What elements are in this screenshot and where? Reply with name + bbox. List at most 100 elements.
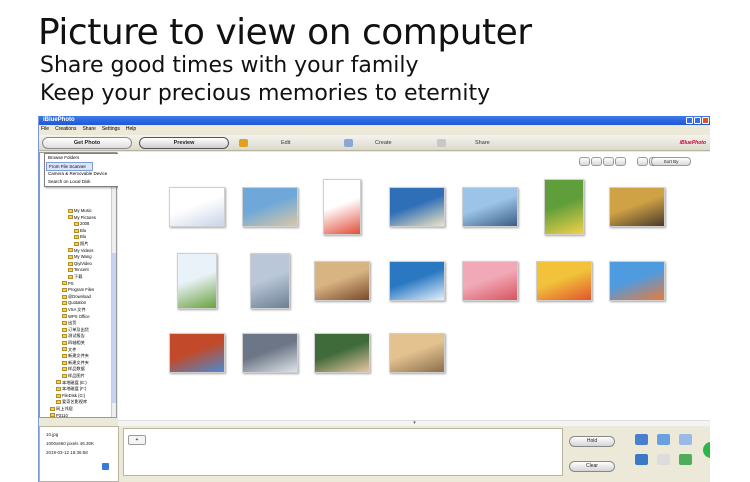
- export-icon[interactable]: [657, 434, 670, 445]
- menu-settings[interactable]: Settings: [102, 125, 120, 134]
- tree-folder-item[interactable]: Blu: [74, 234, 86, 240]
- file-info-icon[interactable]: [102, 463, 109, 470]
- folder-icon: [62, 301, 67, 306]
- tree-folder-item[interactable]: 2008: [74, 221, 89, 227]
- photo-thumbnail-child-in-garden[interactable]: [544, 179, 584, 235]
- photo-thumbnail-little-girl[interactable]: [314, 333, 370, 373]
- photo-thumbnail-city-skyscrapers[interactable]: [250, 253, 290, 309]
- photo-thumbnail-child-flower-hat[interactable]: [609, 187, 665, 227]
- tree-folder-item[interactable]: 照片: [74, 241, 88, 247]
- tree-folder-item[interactable]: My Videos: [68, 248, 93, 254]
- grid-collapse-handle[interactable]: ▾: [118, 420, 710, 426]
- tree-folder-item[interactable]: 出货: [62, 320, 76, 326]
- brand-logo: iBluePhoto: [679, 140, 706, 146]
- email-icon[interactable]: [657, 454, 670, 465]
- menu-help[interactable]: Help: [126, 125, 136, 134]
- go-icon[interactable]: [703, 442, 710, 458]
- view-grid-icon[interactable]: [591, 157, 602, 166]
- create-button[interactable]: Create: [375, 137, 392, 149]
- tree-folder-item[interactable]: Tencent: [68, 267, 89, 273]
- view-detail-icon[interactable]: [615, 157, 626, 166]
- photo-thumbnail-seaside-boat[interactable]: [242, 187, 298, 227]
- clear-button[interactable]: Clear: [569, 461, 615, 472]
- menu-share[interactable]: Share: [82, 125, 95, 134]
- tree-folder-item[interactable]: 网上邻居: [50, 406, 73, 412]
- folder-icon: [62, 314, 67, 319]
- tray-add-icon[interactable]: +: [128, 435, 146, 445]
- edit-button[interactable]: Edit: [281, 137, 290, 149]
- maximize-icon[interactable]: [694, 117, 701, 124]
- tree-folder-item[interactable]: My Pictures: [68, 215, 96, 221]
- folder-icon: [62, 354, 67, 359]
- send-icon[interactable]: [679, 454, 692, 465]
- menu-file[interactable]: File: [41, 125, 49, 134]
- photo-thumbnail-clouds-sea[interactable]: [389, 261, 445, 301]
- tree-folder-item[interactable]: My Music: [68, 208, 92, 214]
- edit-photo-icon[interactable]: [635, 454, 648, 465]
- photo-thumbnail-girl-santa-hat[interactable]: [323, 179, 361, 235]
- menu-browse-folders[interactable]: Browse Folders: [48, 154, 79, 161]
- slideshow-icon[interactable]: [637, 157, 648, 166]
- photo-thumbnail-fruit-plate[interactable]: [536, 261, 592, 301]
- photo-thumbnail-kids-pool[interactable]: [609, 261, 665, 301]
- tree-folder-label: 样品图片: [68, 373, 85, 378]
- folder-icon: [62, 360, 67, 365]
- view-list-icon[interactable]: [579, 157, 590, 166]
- tree-folder-item[interactable]: 文件: [62, 347, 76, 353]
- tree-folder-item[interactable]: @Download: [62, 294, 91, 300]
- photo-thumbnail-peaches[interactable]: [462, 261, 518, 301]
- tree-folder-item[interactable]: 四轴相关: [62, 340, 85, 346]
- tree-folder-item[interactable]: Program Files: [62, 287, 94, 293]
- tree-folder-item[interactable]: 新建文件夹: [62, 360, 89, 366]
- menu-search-local-disk[interactable]: Search on Local Disk: [48, 178, 91, 185]
- tools-icon[interactable]: [679, 434, 692, 445]
- photo-thumbnail-island-sea[interactable]: [389, 187, 445, 227]
- folder-icon: [74, 228, 79, 233]
- tree-folder-item[interactable]: VSA 文件: [62, 307, 86, 313]
- photo-thumbnail-waves-rocks[interactable]: [242, 333, 298, 373]
- hold-button[interactable]: Hold: [569, 436, 615, 447]
- tree-folder-item[interactable]: FileDisk (G:): [56, 393, 85, 399]
- tree-folder-item[interactable]: 测试报告: [62, 333, 85, 339]
- edit-icon: [239, 139, 248, 147]
- minimize-icon[interactable]: [686, 117, 693, 124]
- get-photo-button[interactable]: Get Photo: [42, 137, 132, 149]
- tree-folder-item[interactable]: QiyiVideo: [68, 261, 92, 267]
- folder-icon: [62, 307, 67, 312]
- tree-folder-item[interactable]: PS: [62, 281, 74, 287]
- photo-thumbnail-teddy-bears[interactable]: [314, 261, 370, 301]
- photo-thumbnail-tree-on-field[interactable]: [177, 253, 217, 309]
- tree-folder-item[interactable]: Quotation: [62, 300, 86, 306]
- tree-folder-item[interactable]: 爱奇艺影视库: [56, 399, 87, 405]
- tree-scrollbar[interactable]: [111, 153, 116, 417]
- menu-camera-device[interactable]: Camera & Removable Device: [48, 170, 107, 177]
- tree-scroll-thumb[interactable]: [112, 253, 116, 403]
- tree-folder-item[interactable]: 订单及出货: [62, 327, 89, 333]
- photo-thumbnail-red-tree-sky[interactable]: [169, 333, 225, 373]
- file-dimensions: 1000x660 pixels 46.30K: [46, 441, 95, 446]
- tree-folder-item[interactable]: 本地磁盘 (F:): [56, 386, 86, 392]
- photo-thumbnail-beach-umbrellas[interactable]: [462, 187, 518, 227]
- share-button[interactable]: Share: [475, 137, 490, 149]
- sort-by-button[interactable]: Sort By: [651, 157, 691, 166]
- tree-folder-item[interactable]: 本地磁盘 (E:): [56, 380, 87, 386]
- folder-icon: [62, 373, 67, 378]
- tree-folder-item[interactable]: My Wang: [68, 254, 92, 260]
- preview-button[interactable]: Preview: [139, 137, 229, 149]
- print-icon[interactable]: [635, 434, 648, 445]
- tree-folder-item[interactable]: 下载: [68, 274, 82, 280]
- tree-folder-item[interactable]: P3110: [50, 413, 68, 417]
- photo-thumbnail-colorful-dice[interactable]: [169, 187, 225, 227]
- tree-folder-item[interactable]: 样品数据: [62, 366, 85, 372]
- tree-folder-label: VSA 文件: [68, 307, 86, 312]
- close-icon[interactable]: [702, 117, 709, 124]
- tree-folder-item[interactable]: 新建文件夹: [62, 353, 89, 359]
- tree-folder-item[interactable]: Blu: [74, 228, 86, 234]
- tree-folder-item[interactable]: 样品图片: [62, 373, 85, 379]
- folder-tree[interactable]: My Music My Pictures 2008 Blu Blu 照片 My Videos…: [39, 152, 117, 418]
- view-large-icon[interactable]: [603, 157, 614, 166]
- tree-folder-item[interactable]: WPS Office: [62, 314, 90, 320]
- photo-tray[interactable]: +: [123, 428, 563, 476]
- photo-thumbnail-sunset-sea[interactable]: [389, 333, 445, 373]
- menu-creations[interactable]: Creations: [55, 125, 76, 134]
